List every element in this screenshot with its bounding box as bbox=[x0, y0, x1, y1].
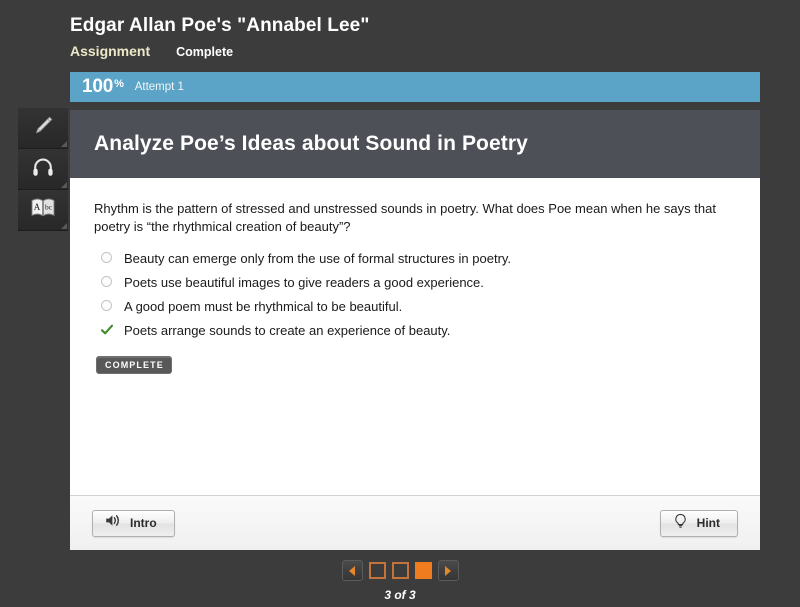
option-label: Poets use beautiful images to give reade… bbox=[124, 275, 484, 290]
score-percent-value: 100 bbox=[82, 76, 114, 97]
tab-bar: Assignment Complete bbox=[70, 43, 770, 59]
percent-sign: % bbox=[114, 78, 124, 90]
hint-button-label: Hint bbox=[696, 516, 720, 530]
radio-unselected-icon[interactable] bbox=[94, 273, 124, 287]
highlighter-icon bbox=[30, 113, 56, 144]
option-label: Poets arrange sounds to create an experi… bbox=[124, 323, 451, 338]
radio-unselected-icon[interactable] bbox=[94, 297, 124, 311]
answer-options: Beauty can emerge only from the use of f… bbox=[94, 249, 736, 345]
hint-button[interactable]: Hint bbox=[659, 509, 738, 537]
option-label: A good poem must be rhythmical to be bea… bbox=[124, 299, 403, 314]
option-row[interactable]: Poets use beautiful images to give reade… bbox=[94, 273, 736, 297]
attempt-label: Attempt 1 bbox=[134, 81, 184, 93]
score-bar: 100% Attempt 1 bbox=[70, 72, 760, 102]
svg-text:bc: bc bbox=[45, 202, 53, 211]
chevron-right-icon bbox=[445, 565, 451, 576]
intro-button-label: Intro bbox=[130, 516, 157, 530]
tool-highlighter-button[interactable] bbox=[18, 108, 68, 149]
tool-dictionary-button[interactable]: A bc bbox=[18, 190, 68, 231]
page-indicator-3[interactable] bbox=[414, 562, 432, 579]
pagination: 3 of 3 bbox=[0, 560, 800, 602]
option-row[interactable]: A good poem must be rhythmical to be bea… bbox=[94, 297, 736, 321]
option-row-selected[interactable]: Poets arrange sounds to create an experi… bbox=[94, 321, 736, 345]
content-panel: Analyze Poe’s Ideas about Sound in Poetr… bbox=[70, 110, 760, 550]
page-count-label: 3 of 3 bbox=[384, 588, 416, 602]
prev-page-button[interactable] bbox=[341, 560, 363, 581]
status-badge: COMPLETE bbox=[96, 356, 172, 374]
option-row[interactable]: Beauty can emerge only from the use of f… bbox=[94, 249, 736, 273]
next-page-button[interactable] bbox=[437, 560, 459, 581]
chevron-left-icon bbox=[349, 565, 355, 576]
panel-header: Analyze Poe’s Ideas about Sound in Poetr… bbox=[70, 110, 760, 178]
svg-text:A: A bbox=[34, 201, 41, 211]
panel-body: Rhythm is the pattern of stressed and un… bbox=[70, 178, 760, 495]
page-indicator-2[interactable] bbox=[391, 562, 409, 579]
page-title: Edgar Allan Poe's "Annabel Lee" bbox=[70, 15, 370, 36]
tab-complete[interactable]: Complete bbox=[176, 45, 233, 59]
radio-unselected-icon[interactable] bbox=[94, 249, 124, 263]
pagination-controls bbox=[341, 560, 459, 581]
headphones-icon bbox=[30, 154, 56, 185]
score-percent: 100% bbox=[82, 76, 124, 98]
tool-audio-button[interactable] bbox=[18, 149, 68, 190]
intro-button[interactable]: Intro bbox=[92, 509, 175, 537]
dictionary-icon: A bc bbox=[29, 196, 57, 225]
page-indicator-1[interactable] bbox=[368, 562, 386, 579]
lightbulb-icon bbox=[673, 513, 688, 534]
question-text: Rhythm is the pattern of stressed and un… bbox=[94, 201, 716, 234]
tab-assignment[interactable]: Assignment bbox=[70, 43, 150, 59]
speaker-icon bbox=[105, 513, 121, 533]
option-label: Beauty can emerge only from the use of f… bbox=[124, 251, 512, 266]
activity-title: Analyze Poe’s Ideas about Sound in Poetr… bbox=[94, 132, 528, 155]
tool-rail: A bc bbox=[18, 108, 68, 231]
checkmark-icon bbox=[94, 321, 124, 336]
page-header: Edgar Allan Poe's "Annabel Lee" Assignme… bbox=[70, 14, 770, 59]
panel-footer-toolbar: Intro Hint bbox=[70, 495, 760, 550]
